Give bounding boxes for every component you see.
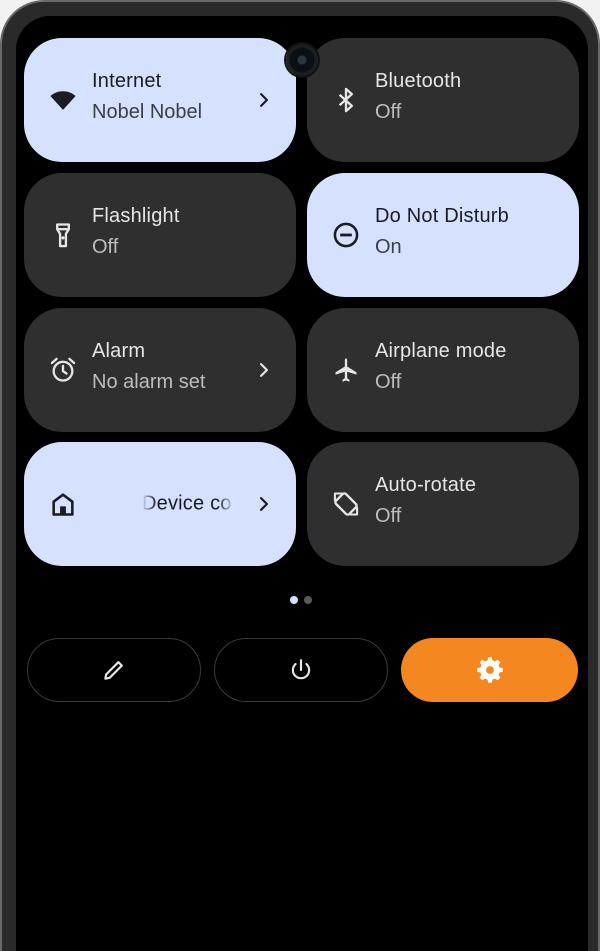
page-dot-2[interactable] [304,596,312,604]
page-indicator [290,596,312,604]
power-button[interactable] [214,638,388,702]
tile-airplane-mode[interactable]: Airplane mode Off [307,308,579,432]
alarm-icon [48,355,78,385]
tile-title: Bluetooth [375,70,462,92]
chevron-right-icon [260,363,268,377]
tile-auto-rotate[interactable]: Auto-rotate Off [307,442,579,566]
airplane-icon [331,355,361,385]
do-not-disturb-icon [331,220,361,250]
tile-title: Auto-rotate [375,474,477,496]
tile-subtitle: No alarm set [92,371,206,393]
tile-subtitle: On [375,236,402,258]
tile-flashlight[interactable]: Flashlight Off [24,173,296,297]
tile-bluetooth[interactable]: Bluetooth Off [307,38,579,162]
tile-subtitle: Off [375,505,402,527]
edit-button[interactable] [27,638,201,702]
tile-device-controls[interactable]: Device co [24,442,296,566]
gear-icon [476,657,503,683]
tile-alarm[interactable]: Alarm No alarm set [24,308,296,432]
tile-title: Airplane mode [375,340,507,362]
phone-frame: Internet Nobel Nobel Bluetooth Off Flash… [0,0,600,951]
wifi-icon [48,85,78,115]
page-dot-1[interactable] [290,596,298,604]
front-camera [286,44,318,76]
tile-title: Alarm [92,340,146,362]
auto-rotate-icon [331,489,361,519]
chevron-right-icon [260,497,268,511]
tile-subtitle: Nobel Nobel [92,101,203,123]
tile-title: Flashlight [92,205,180,227]
flashlight-icon [48,220,78,250]
bluetooth-icon [331,85,361,115]
tile-title: Do Not Disturb [375,205,509,227]
tile-subtitle: Off [375,101,402,123]
chevron-right-icon [260,93,268,107]
tile-title: Internet [92,70,162,92]
power-icon [291,659,311,680]
pencil-icon [104,661,123,680]
settings-button[interactable] [401,638,578,702]
tile-internet[interactable]: Internet Nobel Nobel [24,38,296,162]
tile-title: Device co [142,492,232,515]
tile-subtitle: Off [375,371,402,393]
tile-do-not-disturb[interactable]: Do Not Disturb On [307,173,579,297]
home-icon [48,489,78,519]
tile-subtitle: Off [92,236,119,258]
